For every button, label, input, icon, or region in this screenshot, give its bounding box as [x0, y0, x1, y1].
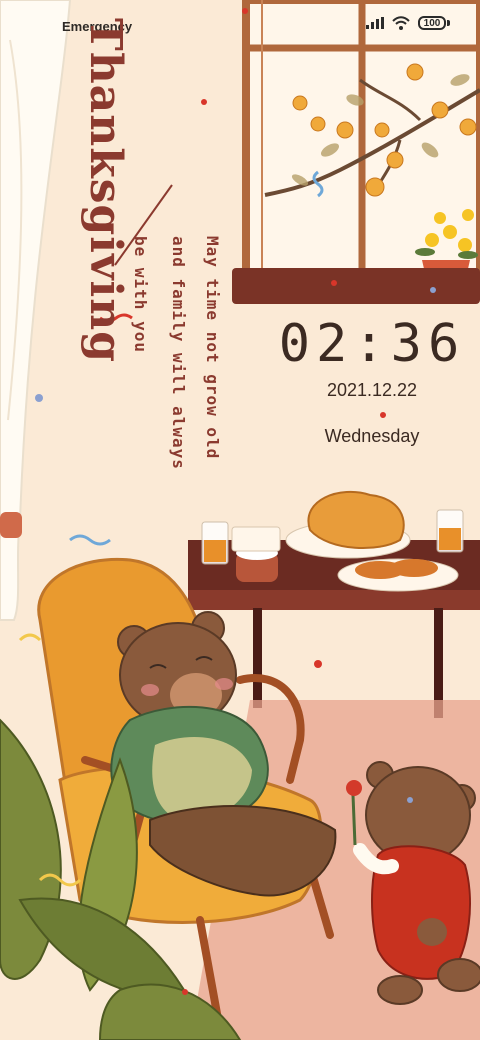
status-icons: 100 [366, 16, 450, 30]
battery-level: 100 [418, 16, 446, 30]
slogan-line-3: be with you [131, 236, 150, 353]
slogan-line-1: May time not grow old [203, 236, 222, 460]
slogan-line-2: and family will always [169, 236, 188, 470]
battery-icon: 100 [418, 16, 450, 30]
wifi-icon [392, 16, 410, 30]
curtain-tie [0, 512, 22, 538]
window-sill [232, 268, 480, 304]
illustration [0, 0, 480, 1040]
lockscreen-wallpaper [0, 0, 480, 1040]
thanksgiving-title: Thanksgiving [80, 18, 145, 363]
window [232, 0, 480, 304]
lockscreen-weekday: Wednesday [324, 426, 420, 446]
lockscreen-clock: 02:36 [278, 314, 466, 374]
lockscreen-date: 2021.12.22 [326, 380, 418, 400]
roast-turkey [307, 490, 405, 549]
status-bar: Emergency 100 [0, 0, 480, 40]
signal-bars-icon [366, 17, 384, 29]
title-text: Thanksgiving [80, 18, 131, 364]
